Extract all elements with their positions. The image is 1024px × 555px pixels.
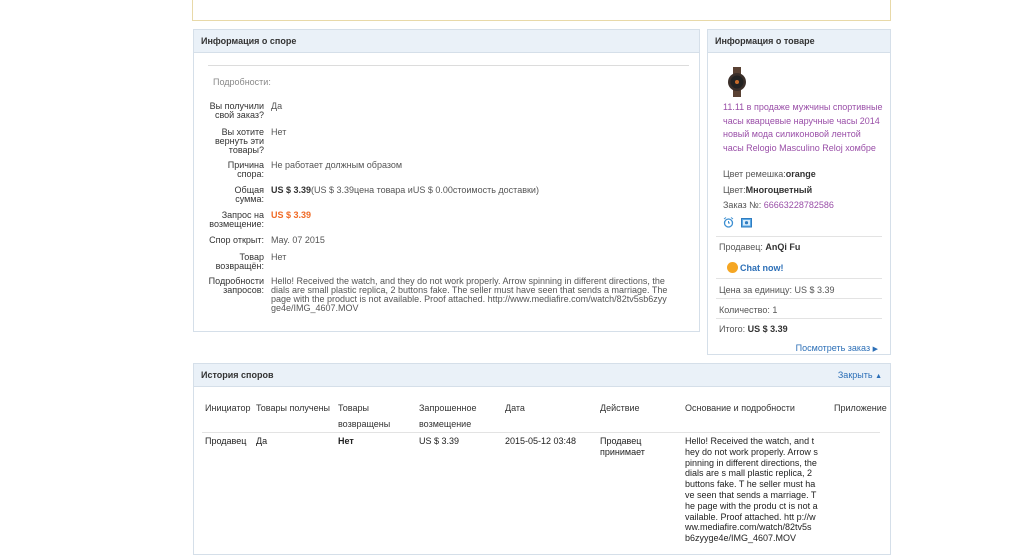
row-value: Нет xyxy=(271,127,287,137)
view-order-label: Посмотреть заказ xyxy=(795,343,871,353)
chevron-up-icon: ▲ xyxy=(875,373,882,380)
unit-price-line: Цена за единицу: US $ 3.39 xyxy=(719,285,835,295)
dispute-history-title: История споров xyxy=(201,370,274,380)
column-header-attachment: Приложение xyxy=(834,403,887,413)
watch-thumbnail[interactable] xyxy=(726,67,748,97)
total-amount-breakdown: (US $ 3.39цена товара иUS $ 0.00стоимост… xyxy=(311,185,539,195)
row-value: Не работает должным образом xyxy=(271,160,403,170)
strap-color-value: orange xyxy=(785,169,816,179)
column-header-returned: Товары возвращены xyxy=(338,403,391,429)
product-title-link[interactable]: 11.11 в продаже мужчины спортивные часы … xyxy=(723,101,883,155)
seller-label: Продавец: xyxy=(719,242,763,252)
row-label: Спор открыт: xyxy=(209,235,264,245)
row-label: Вы получили свой заказ? xyxy=(209,101,264,120)
details-label: Подробности: xyxy=(213,77,271,87)
quantity-label: Количество: xyxy=(719,305,770,315)
product-info-panel: Информация о товаре 11.11 в продаже мужч… xyxy=(707,29,891,355)
row-label: Подробности запросов: xyxy=(208,276,264,295)
dispute-history-header: История споров Закрыть ▲ xyxy=(194,364,890,387)
divider xyxy=(716,236,882,237)
divider xyxy=(716,318,882,319)
divider xyxy=(202,432,880,433)
row-label: Товар возвращён: xyxy=(215,252,264,271)
collapse-button[interactable]: Закрыть ▲ xyxy=(838,364,882,388)
history-cell-refund: US $ 3.39 xyxy=(419,436,460,446)
seller-name: AnQi Fu xyxy=(765,242,801,252)
row-value: US $ 3.39(US $ 3.39цена товара иUS $ 0.0… xyxy=(271,186,671,195)
dispute-info-title: Информация о споре xyxy=(194,30,699,53)
history-cell-action: Продавец принимает xyxy=(600,436,645,457)
chat-now-label: Chat now! xyxy=(740,263,784,273)
row-label: Запрос на возмещение: xyxy=(209,210,264,229)
divider xyxy=(716,298,882,299)
collapse-label: Закрыть xyxy=(837,370,873,380)
history-cell-received: Да xyxy=(256,436,268,446)
refund-request-value: US $ 3.39 xyxy=(271,210,312,220)
column-header-action: Действие xyxy=(600,403,640,413)
screenshot-icon[interactable] xyxy=(741,217,752,228)
quantity-value: 1 xyxy=(772,305,778,315)
product-info-title: Информация о товаре xyxy=(708,30,890,53)
view-order-link[interactable]: Посмотреть заказ ▶ xyxy=(796,343,878,353)
history-cell-reason: Hello! Received the watch, and they do n… xyxy=(685,436,818,544)
quantity-line: Количество: 1 xyxy=(719,305,777,315)
divider xyxy=(716,278,882,279)
chat-now-button[interactable]: Chat now! xyxy=(727,262,784,273)
history-cell-initiator: Продавец xyxy=(205,436,247,446)
color-line: Цвет:Многоцветный xyxy=(723,185,812,195)
total-value: US $ 3.39 xyxy=(747,324,788,334)
row-value: Hello! Received the watch, and they do n… xyxy=(271,276,668,313)
order-label: Заказ №: xyxy=(723,200,762,210)
seller-line: Продавец: AnQi Fu xyxy=(719,242,800,252)
row-label: Причина спора: xyxy=(227,160,264,179)
order-number-link[interactable]: 66663228782586 xyxy=(764,200,834,210)
divider xyxy=(208,65,689,66)
chevron-right-icon: ▶ xyxy=(872,346,878,353)
history-cell-date: 2015-05-12 03:48 xyxy=(505,436,577,446)
column-header-date: Дата xyxy=(505,403,525,413)
column-header-reason: Основание и подробности xyxy=(685,403,795,413)
total-label: Итого: xyxy=(719,324,746,334)
total-amount-value: US $ 3.39 xyxy=(271,185,312,195)
color-label: Цвет: xyxy=(723,185,746,195)
order-number-line: Заказ №: 66663228782586 xyxy=(723,200,834,210)
chat-smiley-icon xyxy=(727,262,738,273)
strap-color-line: Цвет ремешка:orange xyxy=(723,169,816,179)
unit-price-value: US $ 3.39 xyxy=(794,285,835,295)
row-value: Да xyxy=(271,101,283,111)
strap-color-label: Цвет ремешка: xyxy=(723,169,786,179)
history-cell-returned: Нет xyxy=(338,436,354,446)
unit-price-label: Цена за единицу: xyxy=(719,285,793,295)
dispute-history-panel: История споров Закрыть ▲ Инициатор Товар… xyxy=(193,363,891,555)
row-label: Вы хотите вернуть эти товары? xyxy=(214,127,264,155)
row-value: Нет xyxy=(271,252,287,262)
color-value: Многоцветный xyxy=(745,185,813,195)
column-header-received: Товары получены xyxy=(256,403,331,413)
column-header-refund: Запрошенное возмещение xyxy=(419,403,477,429)
row-label: Общая сумма: xyxy=(234,185,264,204)
top-notice-box xyxy=(192,0,891,21)
dispute-info-panel: Информация о споре Подробности: Вы получ… xyxy=(193,29,700,332)
column-header-initiator: Инициатор xyxy=(205,403,251,413)
total-line: Итого: US $ 3.39 xyxy=(719,324,788,334)
row-value: May. 07 2015 xyxy=(271,235,325,245)
alarm-clock-icon[interactable] xyxy=(723,217,734,228)
